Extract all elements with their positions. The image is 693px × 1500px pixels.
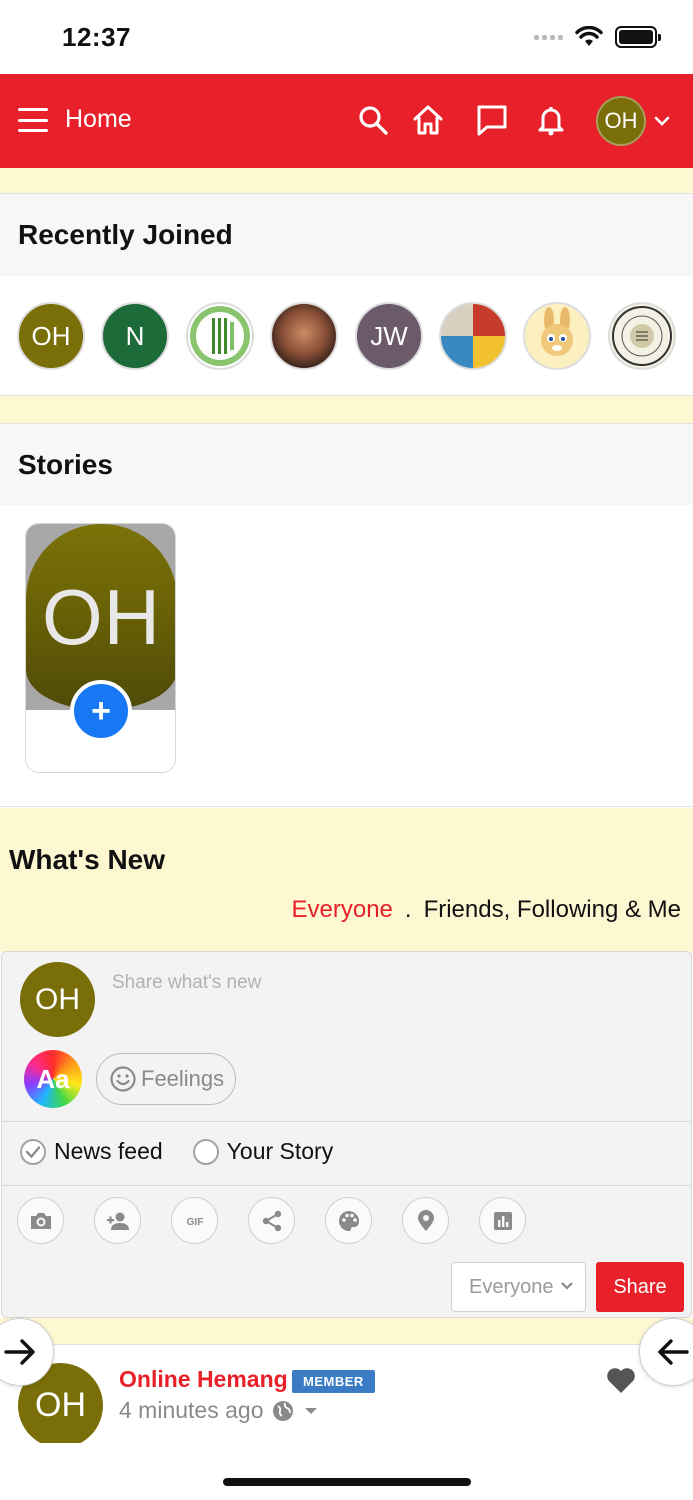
svg-text:GIF: GIF	[186, 1217, 203, 1228]
checkmark-icon	[25, 1145, 41, 1158]
your-story-checkbox[interactable]	[192, 1138, 219, 1165]
bunny-seal-icon	[612, 306, 672, 366]
whats-new-section: What's New Everyone . Friends, Following…	[0, 808, 693, 953]
member-avatar[interactable]: N	[101, 302, 169, 370]
composer-avatar: OH	[20, 962, 95, 1037]
your-story-label: Your Story	[226, 1138, 334, 1164]
composer-input[interactable]: Share what's new	[112, 972, 261, 994]
battery-icon	[615, 26, 661, 48]
heart-icon[interactable]	[605, 1365, 637, 1395]
poll-icon[interactable]	[479, 1197, 526, 1244]
app-header: Home OH	[0, 74, 693, 168]
search-icon[interactable]	[356, 103, 390, 137]
post-meta: 4 minutes ago	[119, 1397, 319, 1424]
member-avatar[interactable]: OH	[17, 302, 85, 370]
chevron-down-icon[interactable]	[653, 112, 671, 130]
stories-list: OH +	[0, 505, 693, 807]
home-indicator[interactable]	[223, 1478, 471, 1486]
news-feed-option[interactable]: News feed	[20, 1138, 163, 1165]
recently-joined-list: OH N JW	[0, 276, 693, 396]
menu-icon[interactable]	[18, 108, 48, 132]
post-target-options: News feed Your Story	[20, 1138, 333, 1165]
share-button[interactable]: Share	[596, 1262, 684, 1312]
post-time: 4 minutes ago	[119, 1397, 264, 1423]
create-story-card[interactable]: OH +	[25, 523, 176, 773]
cellular-signal-icon	[534, 34, 563, 40]
privacy-select[interactable]: Everyone	[451, 1262, 586, 1312]
bunny-cartoon-icon	[541, 307, 573, 356]
location-icon[interactable]	[402, 1197, 449, 1244]
notifications-bell-icon[interactable]	[534, 103, 568, 137]
filter-everyone[interactable]: Everyone	[292, 896, 393, 924]
member-avatar[interactable]	[608, 302, 676, 370]
your-story-option[interactable]: Your Story	[192, 1138, 334, 1165]
wifi-icon	[575, 26, 603, 46]
palette-icon[interactable]	[325, 1197, 372, 1244]
arrow-right-icon	[4, 1339, 35, 1365]
add-story-button[interactable]: +	[70, 680, 132, 742]
spacer	[0, 396, 693, 423]
post-composer: OH Share what's new Aa Feelings News fee…	[1, 951, 692, 1318]
spacer	[0, 168, 693, 193]
member-avatar[interactable]: JW	[355, 302, 423, 370]
globe-icon	[273, 1400, 294, 1421]
home-icon[interactable]	[411, 103, 445, 137]
messages-icon[interactable]	[475, 103, 509, 137]
add-person-icon[interactable]	[94, 1197, 141, 1244]
share-icon[interactable]	[248, 1197, 295, 1244]
feelings-button[interactable]: Feelings	[96, 1053, 236, 1105]
smiley-icon	[110, 1066, 136, 1092]
feelings-label: Feelings	[141, 1066, 225, 1091]
gif-icon[interactable]: GIF	[171, 1197, 218, 1244]
camera-icon[interactable]	[17, 1197, 64, 1244]
member-avatar[interactable]	[186, 302, 254, 370]
recently-joined-header: Recently Joined	[0, 193, 693, 276]
activity-post: OH Online Hemang MEMBER 4 minutes ago	[0, 1344, 693, 1443]
news-feed-label: News feed	[54, 1138, 163, 1164]
page-title: Home	[65, 105, 132, 133]
member-collage-avatar[interactable]	[439, 302, 507, 370]
status-bar: 12:37	[0, 0, 693, 74]
fork-knife-logo-icon	[190, 306, 250, 366]
whats-new-title: What's New	[9, 844, 166, 875]
news-feed-checkbox[interactable]	[20, 1138, 46, 1165]
status-time: 12:37	[62, 22, 131, 52]
caret-down-icon[interactable]	[303, 1405, 319, 1417]
privacy-select-value: Everyone	[469, 1275, 554, 1298]
composer-tools: GIF	[17, 1197, 526, 1244]
text-style-button[interactable]: Aa	[24, 1050, 82, 1108]
filter-separator: .	[404, 896, 412, 923]
filter-friends-following-me[interactable]: Friends, Following & Me	[424, 896, 681, 924]
spacer	[0, 1318, 693, 1345]
user-avatar[interactable]: OH	[596, 96, 646, 146]
recently-joined-title: Recently Joined	[18, 219, 233, 250]
post-author-name[interactable]: Online Hemang	[119, 1366, 288, 1393]
home-bar	[0, 1443, 693, 1500]
status-icons	[534, 26, 661, 48]
member-avatar[interactable]	[523, 302, 591, 370]
feed-filter: Everyone . Friends, Following & Me	[292, 896, 682, 924]
member-photo-avatar[interactable]	[270, 302, 338, 370]
member-badge: MEMBER	[292, 1370, 375, 1393]
arrow-left-icon	[658, 1339, 689, 1365]
stories-title: Stories	[18, 449, 113, 480]
stories-header: Stories	[0, 423, 693, 505]
chevron-down-icon	[561, 1282, 573, 1290]
